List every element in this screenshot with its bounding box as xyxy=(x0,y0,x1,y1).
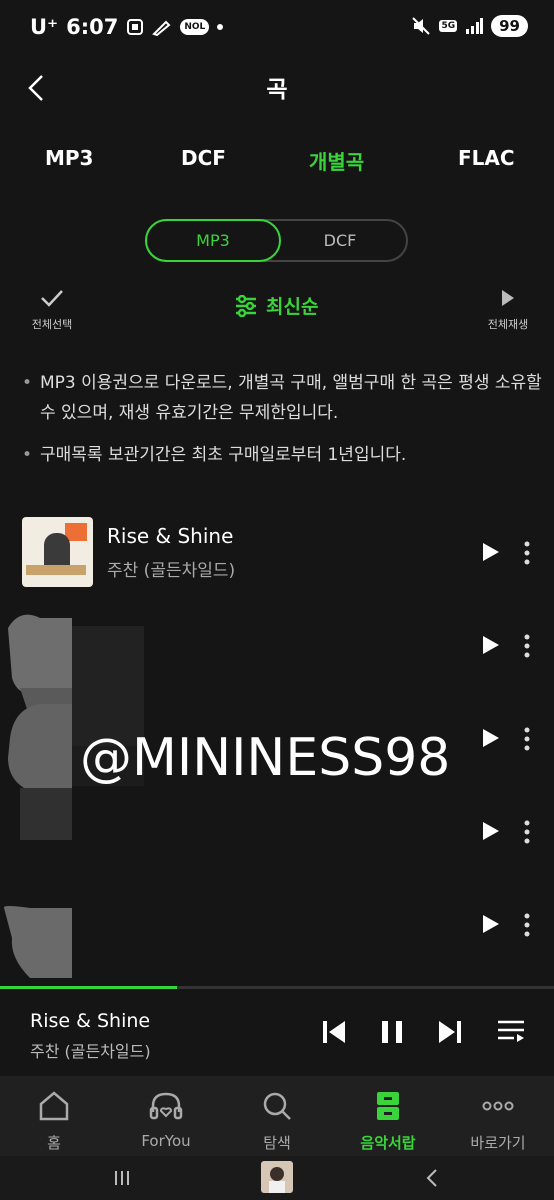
mini-player[interactable]: Rise & Shine 주찬 (골든차일드) xyxy=(0,990,554,1076)
back-nav-icon[interactable] xyxy=(424,1168,440,1188)
notice-list: • MP3 이용권으로 다운로드, 개별곡 구매, 앨범구매 한 곡은 평생 소… xyxy=(22,368,542,482)
carrier-text: U⁺ xyxy=(30,15,59,39)
blurred-region xyxy=(3,614,144,978)
watermark-text: @MININESS98 xyxy=(80,728,451,788)
nav-label-shortcuts: 바로가기 xyxy=(470,1134,526,1152)
album-art xyxy=(22,517,93,587)
previous-icon[interactable] xyxy=(320,1018,348,1046)
nav-label-drawer: 음악서랍 xyxy=(360,1134,416,1152)
headphones-heart-icon xyxy=(149,1092,183,1120)
sliders-icon xyxy=(236,294,256,317)
track-row[interactable]: Rise & Shine 주찬 (골든차일드) xyxy=(0,512,554,605)
list-toolbar: 전체선택 최신순 전체재생 xyxy=(0,282,554,342)
track-title: Rise & Shine xyxy=(107,524,234,548)
network-badge: 5G xyxy=(439,20,458,32)
playlist-icon[interactable] xyxy=(496,1018,526,1046)
search-icon xyxy=(263,1092,291,1120)
more-vertical-icon[interactable] xyxy=(520,633,534,659)
nav-item-foryou[interactable]: ForYou xyxy=(116,1090,216,1150)
play-all-button[interactable]: 전체재생 xyxy=(478,286,538,332)
nav-label-home: 홈 xyxy=(47,1134,61,1152)
format-segmented-control: MP3 DCF xyxy=(145,219,408,262)
notice-item: • MP3 이용권으로 다운로드, 개별곡 구매, 앨범구매 한 곡은 평생 소… xyxy=(22,368,542,428)
nav-item-drawer[interactable]: 음악서랍 xyxy=(338,1090,438,1153)
more-vertical-icon[interactable] xyxy=(520,912,534,938)
playback-progress[interactable] xyxy=(0,986,554,989)
check-icon xyxy=(41,290,63,307)
format-tabs: MP3 DCF 개별곡 FLAC xyxy=(0,146,554,182)
screenshot-icon xyxy=(126,18,144,36)
more-vertical-icon[interactable] xyxy=(520,819,534,845)
more-dots-icon xyxy=(482,1101,514,1111)
play-icon[interactable] xyxy=(480,540,502,564)
notice-text: MP3 이용권으로 다운로드, 개별곡 구매, 앨범구매 한 곡은 평생 소유할… xyxy=(40,373,542,423)
track-artist: 주찬 (골든차일드) xyxy=(107,561,236,581)
bottom-nav: 홈 ForYou 탐색 음악서랍 바로가기 xyxy=(0,1076,554,1156)
nav-item-explore[interactable]: 탐색 xyxy=(227,1090,327,1153)
mute-icon xyxy=(411,16,431,36)
play-icon[interactable] xyxy=(480,633,502,657)
notice-item: • 구매목록 보관기간은 최초 구매일로부터 1년입니다. xyxy=(22,440,542,470)
recent-apps-icon[interactable] xyxy=(113,1169,131,1187)
header: 곡 xyxy=(0,62,554,112)
more-vertical-icon[interactable] xyxy=(520,540,534,566)
tab-mp3[interactable]: MP3 xyxy=(45,146,93,170)
tab-dcf[interactable]: DCF xyxy=(181,146,226,170)
sort-label: 최신순 xyxy=(266,296,319,318)
signal-icon xyxy=(465,18,484,34)
select-all-button[interactable]: 전체선택 xyxy=(24,286,80,332)
notice-text: 구매목록 보관기간은 최초 구매일로부터 1년입니다. xyxy=(40,445,407,465)
battery-indicator: 99 xyxy=(491,15,528,37)
home-icon xyxy=(39,1091,69,1121)
tab-flac[interactable]: FLAC xyxy=(458,146,515,170)
next-icon[interactable] xyxy=(436,1018,464,1046)
play-icon[interactable] xyxy=(480,819,502,843)
app-thumbnail[interactable] xyxy=(261,1161,293,1193)
nav-label-foryou: ForYou xyxy=(141,1132,191,1150)
notification-dot xyxy=(217,24,224,30)
sort-button[interactable]: 최신순 xyxy=(234,292,318,319)
time-text: 6:07 xyxy=(66,15,119,39)
drawer-icon xyxy=(377,1092,399,1120)
tab-individual[interactable]: 개별곡 xyxy=(309,146,364,175)
nav-label-explore: 탐색 xyxy=(263,1134,291,1152)
nav-item-home[interactable]: 홈 xyxy=(4,1090,104,1153)
now-playing-artist: 주찬 (골든차일드) xyxy=(30,1042,151,1061)
play-icon[interactable] xyxy=(480,912,502,936)
nav-item-shortcuts[interactable]: 바로가기 xyxy=(448,1090,548,1153)
select-all-label: 전체선택 xyxy=(31,318,73,331)
now-playing-title: Rise & Shine xyxy=(30,1010,151,1032)
pause-icon[interactable] xyxy=(378,1018,406,1046)
status-bar: U⁺ 6:07 NOL 5G 99 xyxy=(0,0,554,56)
progress-fill xyxy=(0,986,178,989)
nol-badge: NOL xyxy=(180,19,210,35)
more-vertical-icon[interactable] xyxy=(520,726,534,752)
play-icon[interactable] xyxy=(480,726,502,750)
page-title: 곡 xyxy=(266,77,288,103)
play-icon xyxy=(502,290,514,306)
play-all-label: 전체재생 xyxy=(487,318,529,331)
segment-mp3[interactable]: MP3 xyxy=(145,219,281,262)
segment-dcf[interactable]: DCF xyxy=(272,219,408,262)
pen-icon xyxy=(152,18,172,36)
system-navigation xyxy=(0,1156,554,1200)
